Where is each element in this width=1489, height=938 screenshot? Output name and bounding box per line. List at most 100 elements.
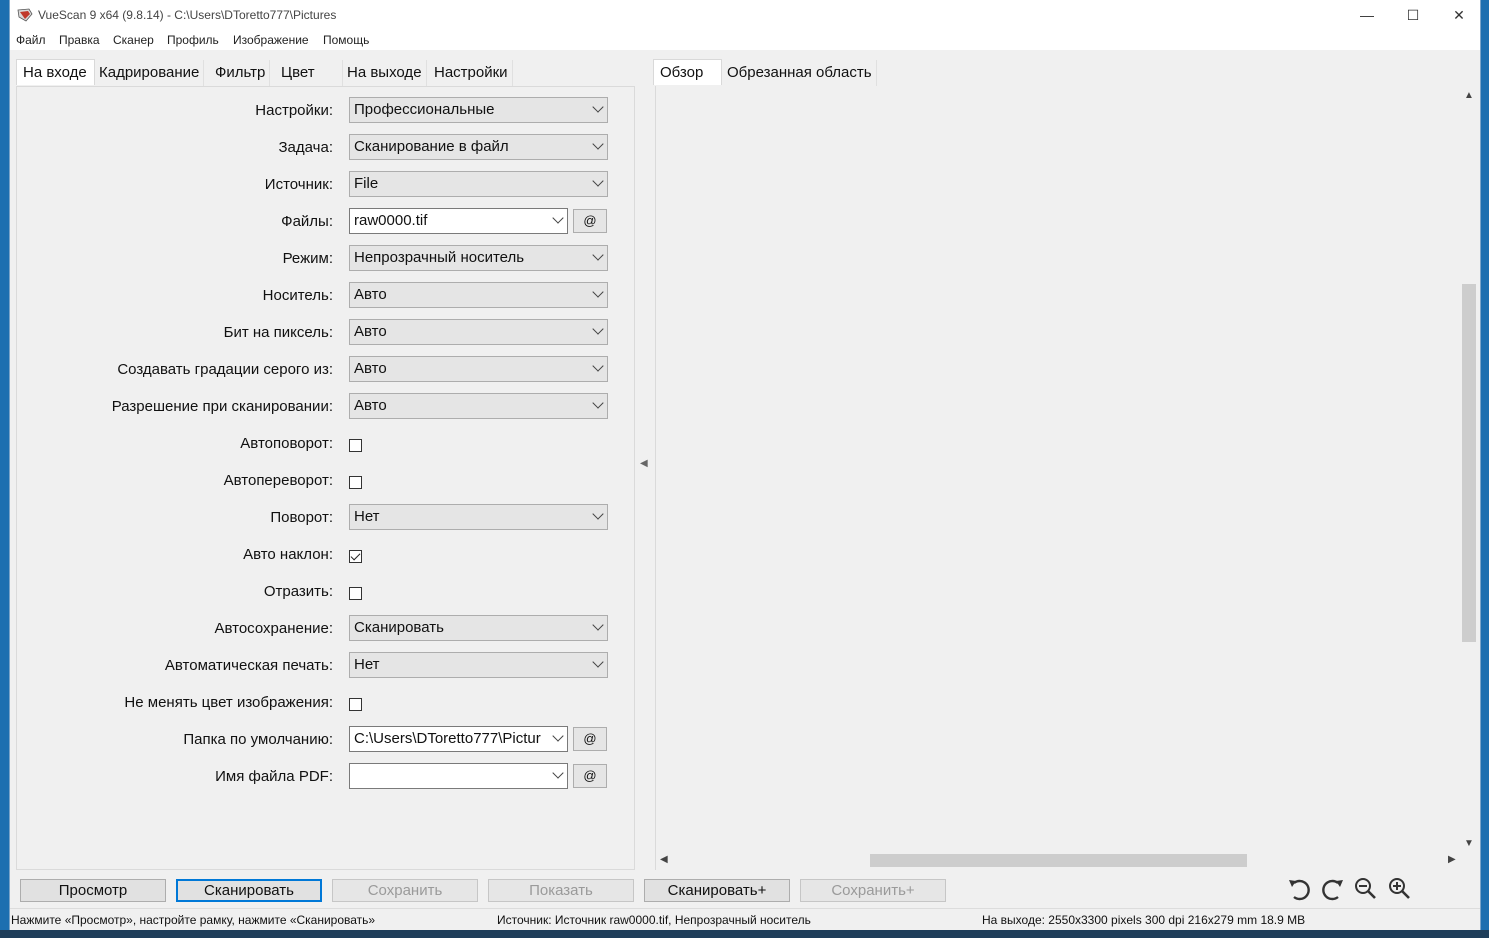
rotation-select[interactable]: Нет xyxy=(349,504,608,530)
task-label: Задача: xyxy=(278,139,334,156)
zoom-out-icon[interactable] xyxy=(1353,876,1379,902)
autoprint-value: Нет xyxy=(354,656,380,673)
gray-from-label: Создавать градации серого из: xyxy=(117,361,333,378)
tab-output[interactable]: На выходе xyxy=(343,60,427,86)
autoprint-select[interactable]: Нет xyxy=(349,652,608,678)
horizontal-scroll-thumb[interactable] xyxy=(870,854,1247,867)
source-select[interactable]: File xyxy=(349,171,608,197)
chevron-down-icon xyxy=(552,212,564,224)
tab-crop[interactable]: Кадрирование xyxy=(95,60,205,86)
scan-res-value: Авто xyxy=(354,397,387,414)
auto-flip-label: Автопереворот: xyxy=(223,472,333,489)
default-folder-label: Папка по умолчанию: xyxy=(183,731,333,748)
rotate-left-icon[interactable] xyxy=(1286,876,1312,902)
autoprint-label: Автоматическая печать: xyxy=(164,657,333,674)
chevron-down-icon xyxy=(552,730,564,742)
menu-image[interactable]: Изображение xyxy=(233,33,309,47)
scan-res-select[interactable]: Авто xyxy=(349,393,608,419)
chevron-down-icon xyxy=(592,175,604,187)
auto-skew-label: Авто наклон: xyxy=(243,546,333,563)
close-button[interactable]: ✕ xyxy=(1436,0,1480,31)
tab-preview[interactable]: Обзор xyxy=(653,59,722,85)
gray-from-select[interactable]: Авто xyxy=(349,356,608,382)
collapse-left-arrow-icon[interactable]: ◀ xyxy=(640,458,648,469)
maximize-button[interactable]: ☐ xyxy=(1390,0,1436,31)
keep-color-label: Не менять цвет изображения: xyxy=(124,694,333,711)
default-folder-value: C:\Users\DToretto777\Pictur xyxy=(354,730,541,747)
tab-filter[interactable]: Фильтр xyxy=(211,60,271,86)
chevron-down-icon xyxy=(592,360,604,372)
files-combo[interactable]: raw0000.tif xyxy=(349,208,568,234)
minimize-button[interactable]: — xyxy=(1344,0,1390,31)
settings-value: Профессиональные xyxy=(354,101,495,118)
auto-skew-checkbox[interactable] xyxy=(349,550,362,563)
tab-cropped-area[interactable]: Обрезанная область xyxy=(723,60,877,86)
autosave-select[interactable]: Сканировать xyxy=(349,615,608,641)
menu-help[interactable]: Помощь xyxy=(323,33,369,47)
scan-button[interactable]: Сканировать xyxy=(176,879,322,902)
files-label: Файлы: xyxy=(281,213,333,230)
files-browse-button[interactable]: @ xyxy=(573,209,607,233)
mode-select[interactable]: Непрозрачный носитель xyxy=(349,245,608,271)
bits-label: Бит на пиксель: xyxy=(223,324,333,341)
zoom-in-icon[interactable] xyxy=(1387,876,1413,902)
chevron-down-icon xyxy=(592,619,604,631)
task-value: Сканирование в файл xyxy=(354,138,509,155)
horizontal-scrollbar[interactable] xyxy=(656,852,1460,869)
chevron-down-icon xyxy=(592,101,604,113)
window-title: VueScan 9 x64 (9.8.14) - C:\Users\DToret… xyxy=(38,8,337,22)
bits-value: Авто xyxy=(354,323,387,340)
status-output: На выходе: 2550x3300 pixels 300 dpi 216x… xyxy=(982,913,1306,927)
scroll-right-arrow-icon[interactable]: ▶ xyxy=(1448,854,1456,865)
auto-rotate-checkbox[interactable] xyxy=(349,439,362,452)
media-select[interactable]: Авто xyxy=(349,282,608,308)
title-bar: VueScan 9 x64 (9.8.14) - C:\Users\DToret… xyxy=(10,0,1480,31)
settings-label: Настройки: xyxy=(255,102,333,119)
rotation-label: Поворот: xyxy=(270,509,333,526)
rotation-value: Нет xyxy=(354,508,380,525)
scroll-down-arrow-icon[interactable]: ▼ xyxy=(1464,838,1474,849)
scroll-left-arrow-icon[interactable]: ◀ xyxy=(660,854,668,865)
save-button[interactable]: Сохранить xyxy=(332,879,478,902)
tab-input[interactable]: На входе xyxy=(16,59,95,85)
vertical-scrollbar[interactable] xyxy=(1460,86,1478,854)
auto-flip-checkbox[interactable] xyxy=(349,476,362,489)
vuescan-logo-icon xyxy=(17,8,33,22)
default-folder-browse-button[interactable]: @ xyxy=(573,727,607,751)
pdf-name-combo[interactable] xyxy=(349,763,568,789)
mirror-checkbox[interactable] xyxy=(349,587,362,600)
mode-value: Непрозрачный носитель xyxy=(354,249,525,266)
task-select[interactable]: Сканирование в файл xyxy=(349,134,608,160)
autosave-value: Сканировать xyxy=(354,619,444,636)
scan-res-label: Разрешение при сканировании: xyxy=(111,398,333,415)
vertical-scroll-thumb[interactable] xyxy=(1462,284,1476,642)
chevron-down-icon xyxy=(592,249,604,261)
pdf-name-label: Имя файла PDF: xyxy=(215,768,333,785)
taskbar xyxy=(0,930,1489,938)
rotate-right-icon[interactable] xyxy=(1320,876,1346,902)
default-folder-combo[interactable]: C:\Users\DToretto777\Pictur xyxy=(349,726,568,752)
tab-prefs[interactable]: Настройки xyxy=(430,60,513,86)
auto-rotate-label: Автоповорот: xyxy=(240,435,333,452)
menu-bar: Файл Правка Сканер Профиль Изображение П… xyxy=(10,31,1480,50)
status-source: Источник: Источник raw0000.tif, Непрозра… xyxy=(497,913,811,927)
files-value: raw0000.tif xyxy=(354,212,428,229)
mode-label: Режим: xyxy=(282,250,333,267)
menu-file[interactable]: Файл xyxy=(16,33,46,47)
show-button[interactable]: Показать xyxy=(488,879,634,902)
bits-select[interactable]: Авто xyxy=(349,319,608,345)
media-label: Носитель: xyxy=(262,287,333,304)
settings-select[interactable]: Профессиональные xyxy=(349,97,608,123)
scan-plus-button[interactable]: Сканировать+ xyxy=(644,879,790,902)
preview-area[interactable] xyxy=(655,86,1479,870)
preview-button[interactable]: Просмотр xyxy=(20,879,166,902)
pdf-name-browse-button[interactable]: @ xyxy=(573,764,607,788)
tab-color[interactable]: Цвет xyxy=(277,60,343,86)
menu-profile[interactable]: Профиль xyxy=(167,33,219,47)
menu-scanner[interactable]: Сканер xyxy=(113,33,154,47)
menu-edit[interactable]: Правка xyxy=(59,33,100,47)
scroll-up-arrow-icon[interactable]: ▲ xyxy=(1464,90,1474,101)
status-hint: Нажмите «Просмотр», настройте рамку, наж… xyxy=(11,913,376,927)
keep-color-checkbox[interactable] xyxy=(349,698,362,711)
save-plus-button[interactable]: Сохранить+ xyxy=(800,879,946,902)
